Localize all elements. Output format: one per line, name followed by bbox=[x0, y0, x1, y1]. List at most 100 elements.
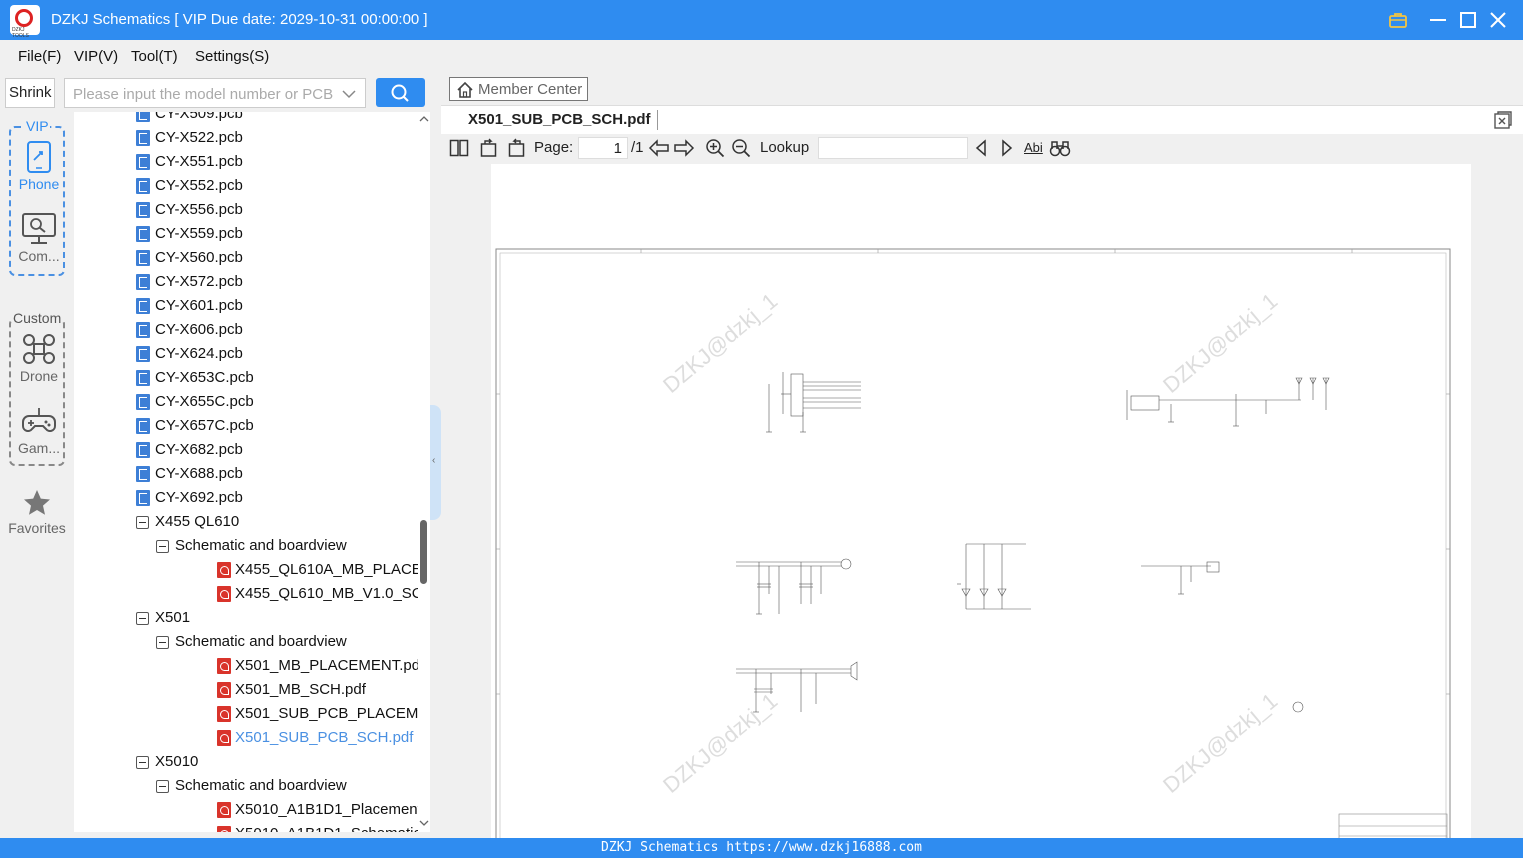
menu-file[interactable]: File(F) bbox=[18, 48, 61, 65]
tree-file[interactable]: CY-X560.pcb bbox=[74, 246, 418, 270]
pdf-page: DZKJ@dzkj_1 DZKJ@dzkj_1 DZKJ@dzkj_1 DZKJ… bbox=[491, 164, 1471, 838]
tree-file[interactable]: CY-X522.pcb bbox=[74, 126, 418, 150]
chevron-down-icon[interactable] bbox=[341, 86, 357, 102]
menu-tool[interactable]: Tool(T) bbox=[131, 48, 178, 65]
collapse-toggle-icon[interactable] bbox=[156, 636, 169, 649]
tree-label: CY-X522.pcb bbox=[155, 129, 243, 146]
collapse-panel-handle[interactable]: ‹ bbox=[430, 405, 441, 520]
briefcase-icon[interactable] bbox=[1386, 8, 1410, 32]
prev-page-icon[interactable] bbox=[648, 138, 670, 158]
minimize-button[interactable] bbox=[1426, 8, 1450, 32]
rail-item-favorites[interactable]: Favorites bbox=[0, 488, 74, 536]
member-center-label: Member Center bbox=[478, 81, 583, 98]
two-page-icon[interactable] bbox=[449, 138, 469, 158]
rotate-left-icon[interactable] bbox=[479, 138, 499, 158]
tree-label: X501_SUB_PCB_PLACEMENT.pdf bbox=[235, 705, 430, 722]
tree-file[interactable]: CY-X552.pcb bbox=[74, 174, 418, 198]
tree-file[interactable]: X455_QL610A_MB_PLACEMENT_V bbox=[74, 558, 430, 582]
tree-label: X501_MB_PLACEMENT.pdf bbox=[235, 657, 425, 674]
tree-file[interactable]: X501_MB_SCH.pdf bbox=[74, 678, 418, 702]
member-center-button[interactable]: Member Center bbox=[449, 77, 588, 101]
tree-file[interactable]: CY-X682.pcb bbox=[74, 438, 418, 462]
tree-file[interactable]: X5010_A1B1D1_Schematics_MB_V bbox=[74, 822, 430, 832]
find-prev-icon[interactable] bbox=[973, 138, 989, 158]
tree-folder[interactable]: Schematic and boardview bbox=[74, 774, 418, 798]
pcb-file-icon bbox=[136, 298, 150, 314]
tree-folder[interactable]: Schematic and boardview bbox=[74, 630, 418, 654]
rail-label: Drone bbox=[19, 368, 59, 384]
search-input[interactable] bbox=[73, 84, 333, 104]
category-rail: VIP Phone Com... Custom Drone Gam... Fav… bbox=[0, 112, 74, 832]
tree-file[interactable]: CY-X556.pcb bbox=[74, 198, 418, 222]
rotate-right-icon[interactable] bbox=[506, 138, 526, 158]
tree-file[interactable]: CY-X624.pcb bbox=[74, 342, 418, 366]
menu-vip[interactable]: VIP(V) bbox=[74, 48, 118, 65]
tree-file[interactable]: CY-X551.pcb bbox=[74, 150, 418, 174]
tree-file[interactable]: CY-X657C.pcb bbox=[74, 414, 418, 438]
page-number-input[interactable]: 1 bbox=[578, 137, 628, 159]
tree-file[interactable]: CY-X655C.pcb bbox=[74, 390, 418, 414]
collapse-toggle-icon[interactable] bbox=[136, 756, 149, 769]
tree-folder[interactable]: X501 bbox=[74, 606, 418, 630]
collapse-toggle-icon[interactable] bbox=[156, 780, 169, 793]
circuit-led-block bbox=[957, 543, 1031, 610]
pdf-file-icon bbox=[217, 730, 231, 746]
chevron-down-icon[interactable] bbox=[419, 818, 429, 828]
next-page-icon[interactable] bbox=[673, 138, 695, 158]
rail-item-computer[interactable]: Com... bbox=[11, 212, 67, 264]
close-button[interactable] bbox=[1486, 8, 1510, 32]
gamepad-icon bbox=[22, 408, 56, 432]
tree-file[interactable]: CY-X559.pcb bbox=[74, 222, 418, 246]
chevron-up-icon[interactable] bbox=[419, 114, 429, 124]
lookup-input[interactable] bbox=[818, 137, 968, 159]
search-button[interactable] bbox=[376, 78, 425, 107]
tree-file[interactable]: X501_SUB_PCB_SCH.pdf bbox=[74, 726, 418, 750]
scrollbar-thumb[interactable] bbox=[420, 520, 427, 584]
status-bar: DZKJ Schematics https://www.dzkj16888.co… bbox=[0, 838, 1523, 858]
match-case-toggle[interactable]: Abi bbox=[1024, 140, 1043, 155]
tab-document[interactable]: X501_SUB_PCB_SCH.pdf bbox=[457, 106, 655, 134]
circuit-block bbox=[736, 558, 852, 615]
tree-label: Schematic and boardview bbox=[175, 537, 347, 554]
window-title: DZKJ Schematics [ VIP Due date: 2029-10-… bbox=[51, 11, 428, 28]
tree-file[interactable]: CY-X606.pcb bbox=[74, 318, 418, 342]
tree-file[interactable]: CY-X688.pcb bbox=[74, 462, 418, 486]
tree-file[interactable]: CY-X572.pcb bbox=[74, 270, 418, 294]
tree-label: CY-X560.pcb bbox=[155, 249, 243, 266]
collapse-toggle-icon[interactable] bbox=[136, 612, 149, 625]
tree-file[interactable]: X501_MB_PLACEMENT.pdf bbox=[74, 654, 424, 678]
tree-file[interactable]: CY-X509.pcb bbox=[74, 112, 418, 126]
rail-item-game[interactable]: Gam... bbox=[11, 404, 67, 456]
menu-settings[interactable]: Settings(S) bbox=[195, 48, 269, 65]
tree-folder[interactable]: Schematic and boardview bbox=[74, 534, 418, 558]
maximize-button[interactable] bbox=[1456, 8, 1480, 32]
tree-file[interactable]: CY-X653C.pcb bbox=[74, 366, 418, 390]
collapse-toggle-icon[interactable] bbox=[136, 516, 149, 529]
find-next-icon[interactable] bbox=[999, 138, 1015, 158]
pcb-file-icon bbox=[136, 226, 150, 242]
tree-file[interactable]: CY-X692.pcb bbox=[74, 486, 418, 510]
tree-scrollbar[interactable] bbox=[418, 112, 430, 832]
zoom-in-icon[interactable] bbox=[705, 138, 725, 158]
tree-folder[interactable]: X5010 bbox=[74, 750, 418, 774]
close-tabs-icon[interactable] bbox=[1493, 110, 1513, 130]
tree-file[interactable]: CY-X601.pcb bbox=[74, 294, 418, 318]
rail-item-phone[interactable]: Phone bbox=[11, 140, 67, 192]
binoculars-icon[interactable] bbox=[1049, 138, 1071, 158]
tree-file[interactable]: X455_QL610_MB_V1.0_SCH.pdf bbox=[74, 582, 430, 606]
shrink-button[interactable]: Shrink bbox=[5, 78, 55, 108]
tree-label: X5010 bbox=[155, 753, 199, 770]
model-tree: CY-X509.pcb CY-X522.pcb CY-X551.pcb CY-X552… bbox=[74, 112, 430, 832]
tree-label: CY-X653C.pcb bbox=[155, 369, 254, 386]
tree-label: CY-X556.pcb bbox=[155, 201, 243, 218]
tree-file[interactable]: X5010_A1B1D1_Placement_MB_V bbox=[74, 798, 430, 822]
pdf-viewer[interactable]: DZKJ@dzkj_1 DZKJ@dzkj_1 DZKJ@dzkj_1 DZKJ… bbox=[441, 162, 1523, 838]
rail-item-drone[interactable]: Drone bbox=[11, 332, 67, 384]
tree-folder[interactable]: X455 QL610 bbox=[74, 510, 418, 534]
collapse-toggle-icon[interactable] bbox=[156, 540, 169, 553]
rail-label: Com... bbox=[18, 248, 60, 264]
zoom-out-icon[interactable] bbox=[731, 138, 751, 158]
pcb-file-icon bbox=[136, 322, 150, 338]
tree-file[interactable]: X501_SUB_PCB_PLACEMENT.pdf bbox=[74, 702, 430, 726]
tree-label: Schematic and boardview bbox=[175, 777, 347, 794]
